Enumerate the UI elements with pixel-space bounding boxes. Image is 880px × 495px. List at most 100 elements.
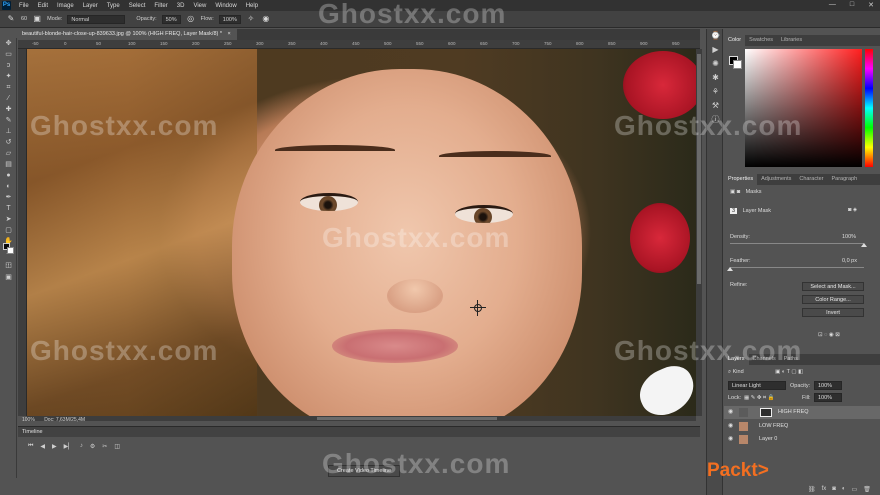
visibility-eye-icon[interactable]: ◉ (728, 406, 733, 419)
marquee-tool-icon[interactable]: ▭ (0, 49, 17, 60)
new-adjustment-icon[interactable]: ◐ (842, 486, 846, 493)
brushes-icon[interactable]: ✺ (707, 57, 724, 71)
properties-bottom-icons[interactable]: ⊡ ◌ ◉ ⊠ (818, 332, 840, 338)
lock-icons[interactable]: ▦ ✎ ✥ ⌗ 🔒 (744, 395, 774, 402)
tab-paragraph[interactable]: Paragraph (828, 174, 862, 185)
menu-file[interactable]: File (19, 3, 29, 9)
trash-icon[interactable]: 🗑 (863, 486, 871, 493)
screen-mode-icon[interactable]: ▣ (0, 272, 17, 283)
menu-select[interactable]: Select (129, 3, 146, 9)
brush-tool-icon[interactable]: ✎ (6, 14, 16, 24)
brush-settings-icon[interactable]: ✱ (707, 71, 724, 85)
path-select-tool-icon[interactable]: ➤ (0, 214, 17, 225)
next-frame-icon[interactable]: ▶▏ (64, 443, 73, 450)
tab-properties[interactable]: Properties (724, 174, 758, 185)
menu-image[interactable]: Image (57, 3, 74, 9)
density-slider[interactable] (730, 243, 864, 244)
history-brush-tool-icon[interactable]: ↺ (0, 137, 17, 148)
visibility-eye-icon[interactable]: ◉ (728, 433, 733, 446)
filter-icons[interactable]: ▣ ◐ T ▢ ◧ (775, 369, 803, 375)
move-tool-icon[interactable]: ✥ (0, 38, 17, 49)
tab-swatches[interactable]: Swatches (745, 35, 777, 46)
feather-slider[interactable] (730, 267, 864, 268)
lasso-tool-icon[interactable]: ↄ (0, 60, 17, 71)
tab-adjustments[interactable]: Adjustments (757, 174, 795, 185)
pressure-size-icon[interactable]: ◉ (261, 14, 271, 24)
history-icon[interactable]: ⌚ (707, 29, 724, 43)
layer-opacity-input[interactable]: 100% (814, 381, 842, 390)
settings-icon[interactable]: ⚙ (90, 443, 95, 450)
gradient-tool-icon[interactable]: ▤ (0, 159, 17, 170)
quick-select-tool-icon[interactable]: ✦ (0, 71, 17, 82)
airbrush-icon[interactable]: ✧ (246, 14, 256, 24)
brush-tool-icon[interactable]: ✎ (0, 115, 17, 126)
select-and-mask-button[interactable]: Select and Mask... (802, 282, 864, 291)
new-group-icon[interactable]: ▭ (852, 486, 858, 493)
menu-edit[interactable]: Edit (38, 3, 48, 9)
shape-tool-icon[interactable]: ▢ (0, 225, 17, 236)
quick-mask-icon[interactable]: ◫ (0, 260, 17, 271)
kind-filter[interactable]: ⌕ Kind ▣ ◐ T ▢ ◧ (728, 369, 803, 376)
mode-select[interactable]: Normal (67, 14, 126, 24)
eraser-tool-icon[interactable]: ▱ (0, 148, 17, 159)
close-tab-icon[interactable]: × (228, 31, 231, 37)
crop-tool-icon[interactable]: ⌗ (0, 82, 17, 93)
dodge-tool-icon[interactable]: ◐ (0, 181, 17, 192)
split-icon[interactable]: ✂ (102, 443, 107, 450)
flow-input[interactable]: 100% (218, 14, 241, 24)
clone-source-icon[interactable]: ⚘ (707, 85, 724, 99)
type-tool-icon[interactable]: T (0, 203, 17, 214)
fx-icon[interactable]: fx (822, 486, 827, 493)
layer-mask-thumbnail[interactable] (760, 408, 772, 417)
color-picker-field[interactable] (745, 49, 862, 167)
zoom-level[interactable]: 100% (22, 417, 35, 423)
feather-value[interactable]: 0,0 px (842, 258, 857, 264)
menu-view[interactable]: View (193, 3, 206, 9)
background-color-swatch[interactable] (7, 247, 14, 254)
visibility-eye-icon[interactable]: ◉ (728, 420, 733, 433)
pressure-opacity-icon[interactable]: ◎ (186, 14, 196, 24)
blend-mode-select[interactable]: Linear Light (728, 381, 786, 390)
mask-options-icons[interactable]: ◙ ◈ (848, 207, 857, 213)
background-color-chip[interactable] (733, 60, 742, 69)
menu-filter[interactable]: Filter (154, 3, 167, 9)
menu-type[interactable]: Type (107, 3, 120, 9)
feather-slider-knob[interactable] (727, 267, 733, 271)
play-icon[interactable]: ▶ (52, 443, 57, 450)
transition-icon[interactable]: ◫ (114, 443, 120, 450)
brush-panel-icon[interactable]: ▣ (32, 14, 42, 24)
prev-frame-icon[interactable]: ◀ (40, 443, 45, 450)
brush-size[interactable]: 60 (21, 16, 27, 22)
audio-icon[interactable]: ♪ (80, 443, 83, 450)
add-mask-icon[interactable]: ◙ (832, 486, 836, 493)
eyedropper-tool-icon[interactable]: ⁄ (0, 93, 17, 104)
menu-3d[interactable]: 3D (177, 3, 185, 9)
minimize-button[interactable]: — (829, 1, 836, 9)
layer-row-layer-0[interactable]: ◉ Layer 0 (724, 433, 880, 446)
layer-row-high-freq[interactable]: ◉ HIGH FREQ (724, 406, 880, 419)
density-slider-knob[interactable] (861, 243, 867, 247)
maximize-button[interactable]: □ (850, 1, 854, 9)
document-tab[interactable]: beautiful-blonde-hair-close-up-839633.jp… (18, 29, 237, 40)
opacity-input[interactable]: 50% (161, 14, 181, 24)
invert-button[interactable]: Invert (802, 308, 864, 317)
menu-help[interactable]: Help (246, 3, 258, 9)
link-icon[interactable]: ⛓ (808, 486, 816, 493)
clone-stamp-tool-icon[interactable]: ⊥ (0, 126, 17, 137)
density-value[interactable]: 100% (842, 234, 856, 240)
layers-bottom-icons[interactable]: ⛓ fx ◙ ◐ ▭ 🗑 (808, 486, 871, 493)
close-button[interactable]: ✕ (868, 1, 874, 9)
color-range-button[interactable]: Color Range... (802, 295, 864, 304)
actions-icon[interactable]: ▶ (707, 43, 724, 57)
tab-character[interactable]: Character (795, 174, 827, 185)
pen-tool-icon[interactable]: ✒ (0, 192, 17, 203)
hue-slider[interactable] (865, 49, 873, 167)
healing-brush-tool-icon[interactable]: ✚ (0, 104, 17, 115)
tab-libraries[interactable]: Libraries (777, 35, 806, 46)
first-frame-icon[interactable]: ⏮ (28, 443, 33, 450)
menu-window[interactable]: Window (215, 3, 236, 9)
fill-input[interactable]: 100% (814, 393, 842, 402)
layer-row-low-freq[interactable]: ◉ LOW FREQ (724, 420, 880, 433)
tab-color[interactable]: Color (724, 35, 746, 46)
blur-tool-icon[interactable]: ● (0, 170, 17, 181)
